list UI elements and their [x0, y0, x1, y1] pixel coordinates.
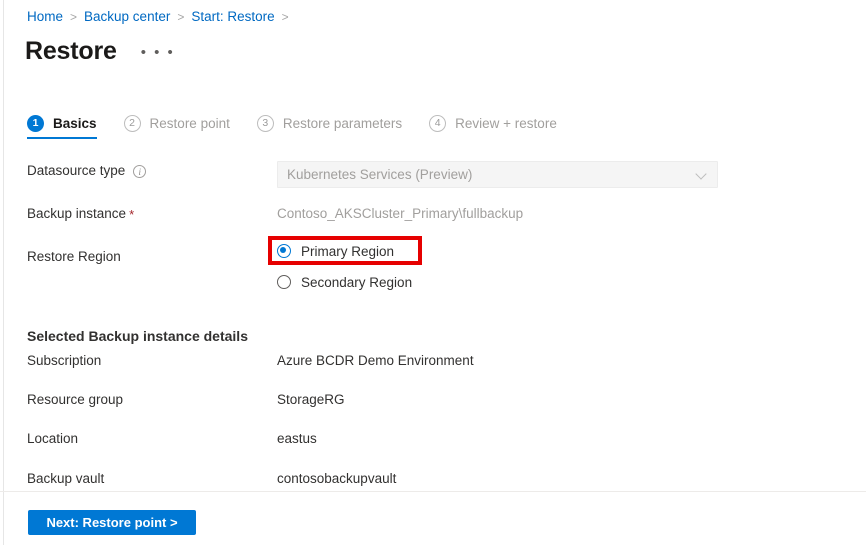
detail-row-backup-vault: Backup vault contosobackupvault	[27, 469, 827, 489]
info-icon[interactable]: i	[133, 165, 146, 178]
tab-restore-parameters[interactable]: 3 Restore parameters	[257, 115, 402, 139]
tab-label-restore-point: Restore point	[150, 116, 230, 131]
radio-button-selected-icon[interactable]	[277, 244, 291, 258]
radio-label-primary-region: Primary Region	[301, 244, 394, 259]
backup-instance-label: Backup instance	[27, 204, 126, 224]
next-restore-point-button[interactable]: Next: Restore point >	[28, 510, 196, 535]
required-asterisk: *	[129, 208, 134, 221]
breadcrumb-separator-icon: >	[177, 8, 184, 26]
tab-label-restore-parameters: Restore parameters	[283, 116, 402, 131]
wizard-steps: 1 Basics 2 Restore point 3 Restore param…	[27, 115, 584, 139]
breadcrumb: Home > Backup center > Start: Restore >	[27, 8, 296, 26]
detail-row-location: Location eastus	[27, 429, 827, 449]
datasource-type-label: Datasource type	[27, 161, 125, 181]
restore-region-label: Restore Region	[27, 240, 277, 268]
detail-label-resource-group: Resource group	[27, 390, 277, 410]
step-number-badge: 4	[429, 115, 446, 132]
chevron-down-icon	[697, 169, 708, 180]
detail-value-location: eastus	[277, 429, 317, 449]
step-number-badge: 1	[27, 115, 44, 132]
tab-restore-point[interactable]: 2 Restore point	[124, 115, 230, 139]
tab-basics[interactable]: 1 Basics	[27, 115, 97, 139]
breadcrumb-separator-icon: >	[70, 8, 77, 26]
tab-label-basics: Basics	[53, 116, 97, 131]
detail-row-resource-group: Resource group StorageRG	[27, 390, 827, 410]
restore-region-radio-group: Primary Region Secondary Region	[277, 240, 412, 293]
detail-row-subscription: Subscription Azure BCDR Demo Environment	[27, 351, 827, 371]
breadcrumb-separator-icon: >	[282, 8, 289, 26]
active-tab-underline	[27, 137, 97, 140]
detail-value-resource-group: StorageRG	[277, 390, 345, 410]
title-row: Restore • • •	[25, 33, 175, 68]
backup-instance-value: Contoso_AKSCluster_Primary\fullbackup	[277, 204, 523, 224]
radio-button-unselected-icon[interactable]	[277, 275, 291, 289]
radio-primary-region[interactable]: Primary Region	[277, 240, 412, 262]
restore-blade: Home > Backup center > Start: Restore > …	[0, 0, 866, 545]
details-section-heading: Selected Backup instance details	[27, 328, 248, 344]
datasource-type-dropdown[interactable]: Kubernetes Services (Preview)	[277, 161, 718, 188]
tab-label-review-restore: Review + restore	[455, 116, 557, 131]
datasource-type-value: Kubernetes Services (Preview)	[287, 166, 472, 184]
detail-label-backup-vault: Backup vault	[27, 469, 277, 489]
blade-left-edge	[3, 0, 4, 545]
detail-label-location: Location	[27, 429, 277, 449]
radio-secondary-region[interactable]: Secondary Region	[277, 271, 412, 293]
detail-value-subscription: Azure BCDR Demo Environment	[277, 351, 474, 371]
footer-divider	[0, 491, 866, 492]
backup-instance-label-group: Backup instance *	[27, 204, 277, 224]
breadcrumb-item-start-restore[interactable]: Start: Restore	[191, 8, 274, 26]
page-title: Restore	[25, 36, 117, 66]
step-number-badge: 2	[124, 115, 141, 132]
detail-label-subscription: Subscription	[27, 351, 277, 371]
tab-review-restore[interactable]: 4 Review + restore	[429, 115, 557, 139]
datasource-type-label-group: Datasource type i	[27, 161, 277, 181]
more-options-icon[interactable]: • • •	[141, 33, 175, 68]
restore-region-row: Restore Region Primary Region Secondary …	[27, 240, 827, 293]
datasource-type-row: Datasource type i Kubernetes Services (P…	[27, 161, 827, 188]
step-number-badge: 3	[257, 115, 274, 132]
backup-instance-row: Backup instance * Contoso_AKSCluster_Pri…	[27, 204, 827, 224]
detail-value-backup-vault: contosobackupvault	[277, 469, 396, 489]
radio-label-secondary-region: Secondary Region	[301, 275, 412, 290]
breadcrumb-item-home[interactable]: Home	[27, 8, 63, 26]
breadcrumb-item-backup-center[interactable]: Backup center	[84, 8, 170, 26]
